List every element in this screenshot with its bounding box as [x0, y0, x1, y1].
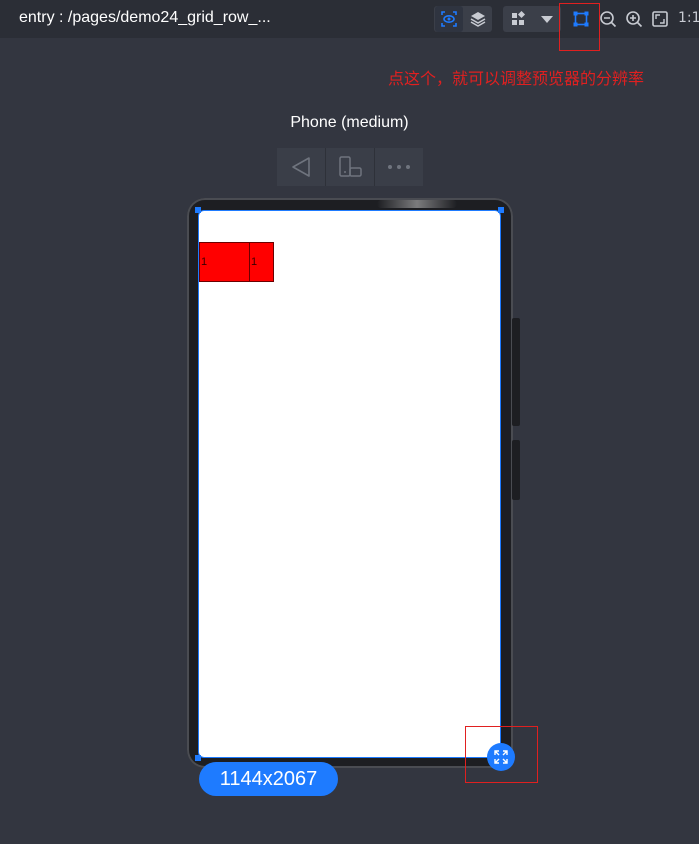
actual-size-button[interactable]: 1:1	[678, 10, 699, 26]
resize-handle-top-right[interactable]	[498, 207, 504, 213]
rotate-device-icon	[339, 156, 362, 177]
more-icon	[388, 165, 410, 169]
zoom-in-icon	[626, 11, 643, 28]
zoom-in-button[interactable]	[623, 8, 645, 30]
rotate-device-button[interactable]	[326, 148, 375, 186]
grid-cell[interactable]: 1	[199, 242, 250, 282]
resize-handle-bottom-left[interactable]	[195, 755, 201, 761]
fit-screen-button[interactable]	[649, 8, 671, 30]
fit-screen-icon	[652, 11, 668, 27]
page-path-title: entry : /pages/demo24_grid_row_...	[19, 9, 271, 26]
annotation-highlight-box	[465, 726, 538, 783]
device-name: Phone (medium)	[290, 114, 409, 131]
caret-down-icon	[541, 16, 553, 23]
view-mode-group	[434, 6, 492, 32]
layers-icon	[470, 12, 486, 27]
eye-scan-icon	[441, 11, 457, 27]
grid-cell[interactable]: 1	[249, 242, 274, 282]
zoom-out-button[interactable]	[597, 8, 619, 30]
device-back-button[interactable]	[277, 148, 326, 186]
more-options-button[interactable]	[375, 148, 423, 186]
component-button[interactable]	[504, 6, 532, 32]
phone-side-button-power	[512, 440, 520, 500]
previewer-window: entry : /pages/demo24_grid_row_... 1:1 点…	[0, 0, 699, 844]
phone-side-button-volume	[512, 318, 520, 426]
resolution-badge[interactable]: 1144x2067	[199, 762, 338, 796]
back-icon	[292, 157, 310, 177]
layers-button[interactable]	[464, 6, 492, 32]
preview-screen[interactable]	[198, 210, 501, 758]
grid-component-icon	[512, 11, 526, 25]
resize-handle-top-left[interactable]	[195, 207, 201, 213]
annotation-highlight-box	[559, 3, 600, 51]
component-dropdown[interactable]	[533, 6, 561, 32]
component-group	[503, 6, 561, 32]
phone-frame-highlight	[377, 200, 457, 208]
zoom-out-icon	[600, 11, 617, 28]
annotation-text: 点这个，就可以调整预览器的分辨率	[388, 69, 645, 88]
inspector-toggle-button[interactable]	[435, 6, 463, 32]
device-controls	[277, 148, 423, 186]
